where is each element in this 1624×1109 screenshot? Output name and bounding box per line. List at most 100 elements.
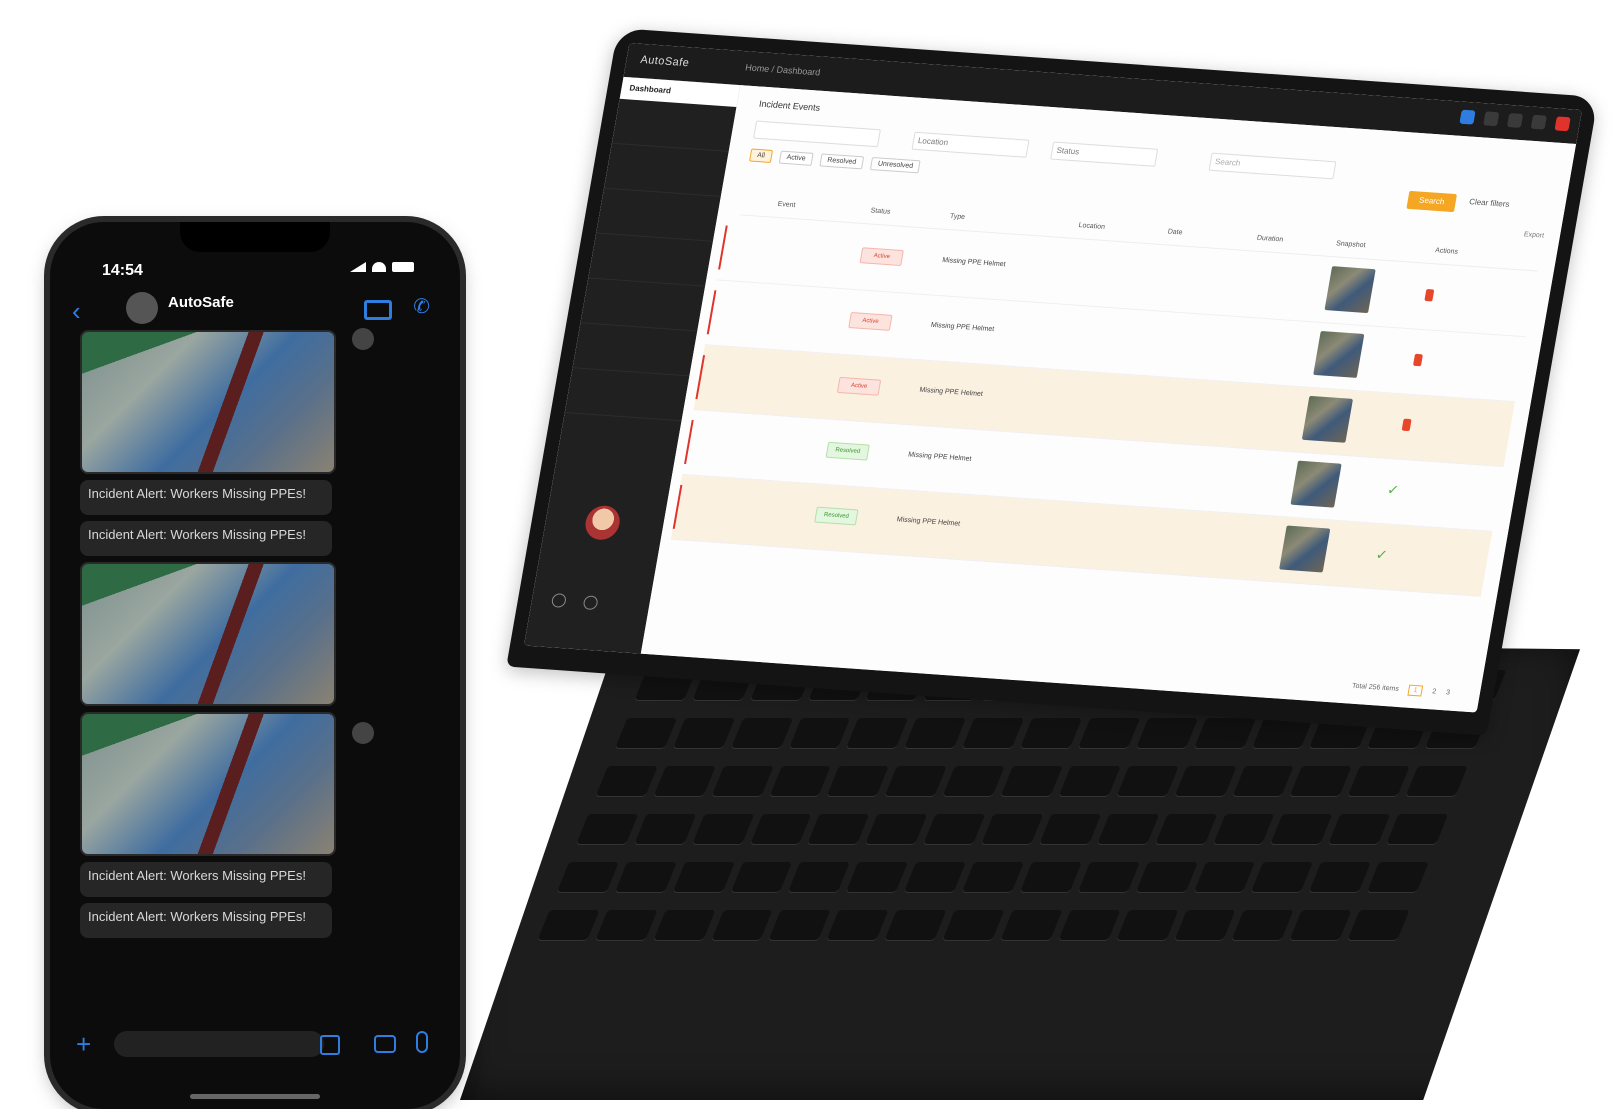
contact-name[interactable]: AutoSafe: [168, 294, 234, 311]
image-message[interactable]: [80, 562, 336, 706]
help-icon[interactable]: [550, 592, 568, 608]
chat-thread: Incident Alert: Workers Missing PPEs! Inc…: [80, 330, 336, 944]
message-input[interactable]: [114, 1031, 324, 1057]
phone-call-icon[interactable]: ✆: [413, 294, 430, 319]
snapshot-thumbnail[interactable]: [1313, 330, 1365, 378]
keyboard-key: [1328, 814, 1391, 844]
filter-status[interactable]: Status: [1050, 141, 1159, 167]
snapshot-thumbnail[interactable]: [1301, 395, 1354, 443]
keyboard-key: [1020, 718, 1083, 748]
filter-label: Status: [1055, 145, 1080, 157]
keyboard-key: [1347, 766, 1410, 796]
alert-action-icon[interactable]: [1401, 418, 1412, 432]
clear-filters-button[interactable]: Clear filters: [1469, 197, 1511, 209]
keyboard-key: [884, 766, 947, 796]
topbar-icons: [1459, 109, 1571, 132]
filter-chip[interactable]: Unresolved: [869, 156, 922, 174]
sidebar-item[interactable]: [580, 278, 706, 332]
contact-avatar[interactable]: [126, 292, 158, 324]
sidebar-item[interactable]: [572, 323, 698, 377]
keyboard-key: [1135, 718, 1198, 748]
column-header[interactable]: Actions: [1434, 247, 1458, 256]
keyboard-key: [1290, 766, 1353, 796]
text-message[interactable]: Incident Alert: Workers Missing PPEs!: [80, 903, 332, 938]
sticker-icon[interactable]: [320, 1035, 340, 1055]
logout-icon[interactable]: [582, 595, 599, 611]
snapshot-thumbnail[interactable]: [1324, 266, 1376, 314]
breadcrumb[interactable]: Home / Dashboard: [745, 62, 822, 77]
page-number[interactable]: 1: [1407, 684, 1424, 697]
filter-chip[interactable]: Active: [778, 150, 814, 166]
forward-icon[interactable]: [352, 722, 374, 744]
search-input[interactable]: Search: [1208, 152, 1337, 180]
keyboard-key: [865, 814, 928, 844]
alert-action-icon[interactable]: [1424, 288, 1435, 302]
page-number[interactable]: 3: [1445, 689, 1450, 696]
export-button[interactable]: Export: [1523, 231, 1544, 239]
keyboard-key: [556, 862, 619, 892]
sidebar-item[interactable]: [564, 368, 690, 422]
keyboard-key: [576, 814, 639, 844]
severity-indicator: [672, 484, 683, 529]
sidebar-item[interactable]: [596, 188, 721, 242]
settings-icon[interactable]: [1530, 114, 1547, 130]
column-header[interactable]: Duration: [1256, 235, 1283, 244]
filter-chip[interactable]: Resolved: [819, 153, 865, 170]
text-message[interactable]: Incident Alert: Workers Missing PPEs!: [80, 521, 332, 556]
resolved-check-icon: ✓: [1374, 546, 1390, 563]
home-indicator: [190, 1094, 320, 1099]
alert-action-icon[interactable]: [1412, 353, 1423, 367]
forward-icon[interactable]: [352, 328, 374, 350]
search-button[interactable]: Search: [1406, 190, 1458, 213]
keyboard-key: [826, 910, 889, 940]
text-message[interactable]: Incident Alert: Workers Missing PPEs!: [80, 480, 332, 515]
keyboard-key: [1000, 910, 1063, 940]
camera-icon[interactable]: [374, 1035, 396, 1053]
keyboard-key: [691, 814, 754, 844]
page-title: Incident Events: [758, 98, 821, 113]
keyboard-key: [1193, 862, 1256, 892]
keyboard-key: [711, 910, 774, 940]
filter-chips: All Active Resolved Unresolved: [749, 148, 922, 174]
chat-header: ‹ AutoSafe ✆: [50, 290, 460, 334]
sidebar-item[interactable]: [588, 233, 713, 287]
back-chevron-icon[interactable]: ‹: [72, 296, 81, 327]
column-header[interactable]: Event: [777, 201, 796, 209]
column-header[interactable]: Location: [1078, 222, 1105, 231]
sidebar-item[interactable]: [611, 98, 737, 152]
filter-type[interactable]: [753, 120, 881, 148]
keyboard-key: [1405, 766, 1468, 796]
column-header[interactable]: Status: [870, 207, 891, 215]
keyboard-key: [614, 862, 677, 892]
microphone-icon[interactable]: [416, 1031, 428, 1053]
page-number[interactable]: 2: [1432, 688, 1437, 695]
filter-location[interactable]: Location: [911, 131, 1030, 158]
user-menu-icon[interactable]: [1483, 111, 1500, 127]
keyboard-key: [672, 718, 735, 748]
plus-icon[interactable]: +: [76, 1029, 91, 1060]
filter-chip[interactable]: All: [749, 148, 773, 163]
column-header[interactable]: Snapshot: [1335, 240, 1366, 249]
keyboard-key: [1154, 814, 1217, 844]
keyboard-key: [1116, 766, 1179, 796]
keyboard-key: [1000, 766, 1063, 796]
column-header[interactable]: Date: [1167, 228, 1183, 236]
search-icon[interactable]: [1506, 113, 1524, 128]
app-logo[interactable]: AutoSafe: [639, 54, 690, 69]
keyboard-key: [730, 718, 793, 748]
alert-icon[interactable]: [1554, 116, 1571, 132]
image-message[interactable]: [80, 712, 336, 856]
snapshot-thumbnail[interactable]: [1279, 525, 1331, 573]
sidebar-item[interactable]: [603, 143, 729, 197]
snapshot-thumbnail[interactable]: [1290, 460, 1342, 508]
keyboard-key: [1251, 862, 1314, 892]
text-message[interactable]: Incident Alert: Workers Missing PPEs!: [80, 862, 332, 897]
keyboard-key: [788, 862, 851, 892]
image-message[interactable]: [80, 330, 336, 474]
notification-icon[interactable]: [1459, 109, 1476, 125]
column-header[interactable]: Type: [949, 213, 965, 221]
message-composer: +: [50, 1021, 460, 1069]
video-call-icon[interactable]: [364, 300, 392, 320]
avatar[interactable]: [582, 504, 623, 541]
keyboard-key: [1116, 910, 1179, 940]
